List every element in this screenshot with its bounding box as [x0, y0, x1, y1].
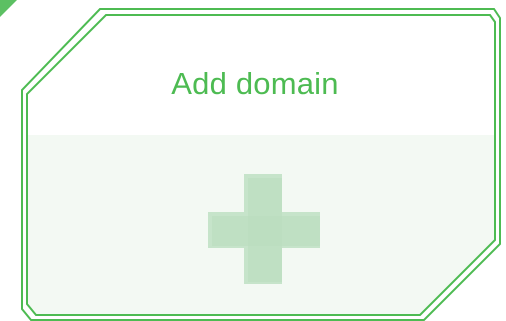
add-domain-card-container: Add domain: [0, 0, 506, 321]
plus-icon[interactable]: [204, 172, 324, 288]
add-domain-label[interactable]: Add domain: [60, 66, 450, 102]
